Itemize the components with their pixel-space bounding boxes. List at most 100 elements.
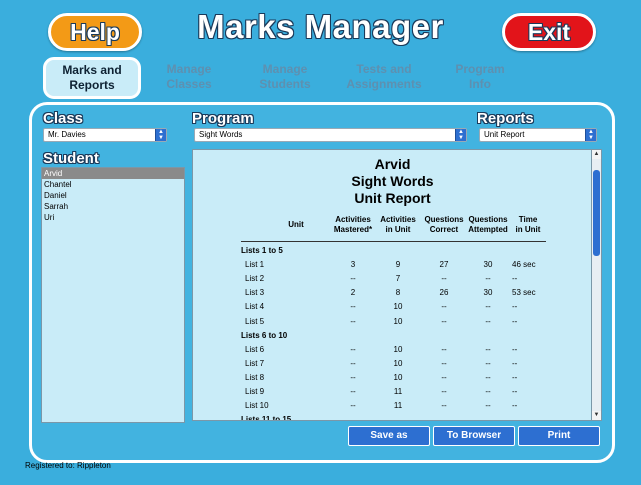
table-row: List 10 -- 11 -- -- --: [193, 399, 592, 413]
time-cell: --: [512, 372, 518, 382]
correct-cell: --: [441, 358, 447, 368]
program-select[interactable]: Sight Words ▲ ▼: [194, 128, 467, 142]
col-header-unit: Unit: [288, 220, 304, 229]
time-cell: --: [512, 274, 518, 284]
unit-cell: List 5: [245, 316, 265, 326]
attempted-cell: --: [485, 358, 491, 368]
attempted-cell: --: [485, 401, 491, 411]
help-button[interactable]: Help: [48, 13, 142, 51]
print-button[interactable]: Print: [518, 426, 600, 446]
col-header-mastered-1: Activities: [335, 215, 371, 224]
nav-tab-2[interactable]: Manage Students: [237, 57, 333, 97]
unit-cell: List 9: [245, 387, 265, 396]
unit-cell: Lists 11 to 15: [241, 415, 292, 421]
in-unit-cell: 11: [393, 387, 403, 396]
student-list-item[interactable]: Chantel: [42, 179, 184, 190]
attempted-cell: --: [485, 372, 491, 382]
mastered-cell: --: [350, 387, 356, 396]
in-unit-cell: 10: [393, 316, 403, 326]
unit-cell: List 1: [245, 260, 265, 270]
col-header-in-unit: Activities in Unit: [373, 215, 423, 235]
nav-tab-label-line2: Reports: [69, 78, 115, 92]
attempted-cell: --: [485, 344, 491, 354]
correct-cell: --: [441, 316, 447, 326]
updown-arrow-icon: ▲ ▼: [585, 129, 596, 141]
student-list-item[interactable]: Sarrah: [42, 201, 184, 212]
col-header-attempted-2: Attempted: [468, 225, 508, 234]
in-unit-cell: 9: [395, 260, 401, 270]
correct-cell: --: [441, 387, 447, 396]
reports-select-value: Unit Report: [484, 130, 525, 139]
time-cell: --: [512, 316, 518, 326]
attempted-cell: 30: [483, 260, 493, 270]
col-header-in-unit-1: Activities: [380, 215, 416, 224]
correct-cell: --: [441, 274, 447, 284]
table-row: List 2 -- 7 -- -- --: [193, 272, 592, 286]
table-group-row: Lists 6 to 10: [193, 329, 592, 343]
report-scrollbar[interactable]: ▲ ▼: [591, 149, 602, 421]
col-header-attempted-1: Questions: [468, 215, 508, 224]
correct-cell: 26: [439, 288, 449, 298]
table-row: List 3 2 8 26 30 53 sec: [193, 286, 592, 300]
unit-cell: List 3: [245, 288, 265, 298]
col-header-time-1: Time: [518, 215, 538, 224]
header-divider: [241, 241, 546, 242]
updown-arrow-icon: ▲ ▼: [155, 129, 166, 141]
in-unit-cell: 10: [393, 344, 403, 354]
reports-label: Reports: [477, 110, 534, 127]
col-header-correct: Questions Correct: [419, 215, 469, 235]
to-browser-button[interactable]: To Browser: [433, 426, 515, 446]
table-row: List 4 -- 10 -- -- --: [193, 300, 592, 314]
col-header-time: Time in Unit: [505, 215, 551, 235]
reports-select[interactable]: Unit Report ▲ ▼: [479, 128, 597, 142]
in-unit-cell: 11: [393, 401, 403, 411]
attempted-cell: --: [485, 274, 491, 284]
scroll-up-arrow-icon[interactable]: ▲: [592, 150, 601, 159]
student-list-item[interactable]: Uri: [42, 212, 184, 223]
report-student-name: Arvid: [374, 156, 411, 172]
nav-tab-label-line1: Manage: [166, 62, 212, 76]
student-list-item[interactable]: Daniel: [42, 190, 184, 201]
save-as-button[interactable]: Save as: [348, 426, 430, 446]
unit-cell: List 8: [245, 372, 265, 382]
mastered-cell: --: [350, 316, 356, 326]
unit-cell: List 6: [245, 344, 265, 354]
nav-tab-1[interactable]: Manage Classes: [141, 57, 237, 97]
student-list[interactable]: Arvid Chantel Daniel Sarrah Uri: [41, 167, 185, 423]
report-type: Unit Report: [354, 190, 431, 206]
time-cell: --: [512, 358, 518, 368]
nav-tab-0[interactable]: Marks and Reports: [43, 57, 141, 99]
time-cell: 53 sec: [512, 288, 536, 298]
nav-tab-label: Manage Students: [259, 62, 310, 92]
nav-tab-label: Program Info: [455, 62, 504, 92]
scroll-down-arrow-icon[interactable]: ▼: [592, 411, 601, 420]
student-list-item[interactable]: Arvid: [42, 168, 184, 179]
col-header-correct-2: Correct: [429, 225, 459, 234]
report-view[interactable]: Arvid Sight Words Unit Report Unit Activ…: [192, 149, 593, 421]
nav-tab-label-line1: Program: [455, 62, 505, 76]
attempted-cell: --: [485, 387, 491, 396]
table-row: List 9 -- 11 -- -- --: [193, 385, 592, 399]
program-select-value: Sight Words: [199, 130, 243, 139]
unit-cell: List 7: [245, 358, 265, 368]
mastered-cell: --: [350, 274, 356, 284]
exit-button[interactable]: Exit: [502, 13, 596, 51]
class-select[interactable]: Mr. Davies ▲ ▼: [43, 128, 167, 142]
nav-tab-4[interactable]: Program Info: [432, 57, 528, 97]
nav-tab-label: Manage Classes: [166, 62, 211, 92]
time-cell: --: [512, 401, 518, 411]
col-header-mastered-2: Mastered*: [333, 225, 373, 234]
registration-text: Registered to: Rippleton: [25, 461, 111, 470]
nav-tab-3[interactable]: Tests and Assignments: [336, 57, 432, 97]
scroll-thumb[interactable]: [593, 170, 600, 256]
program-label: Program: [192, 110, 254, 127]
class-label: Class: [43, 110, 84, 127]
attempted-cell: 30: [483, 288, 493, 298]
nav-tab-label-line2: Classes: [166, 77, 212, 91]
attempted-cell: --: [485, 316, 491, 326]
unit-cell: List 2: [245, 274, 265, 284]
time-cell: 46 sec: [512, 260, 536, 270]
table-row: List 7 -- 10 -- -- --: [193, 357, 592, 371]
correct-cell: --: [441, 401, 447, 411]
unit-cell: Lists 6 to 10: [241, 330, 288, 340]
